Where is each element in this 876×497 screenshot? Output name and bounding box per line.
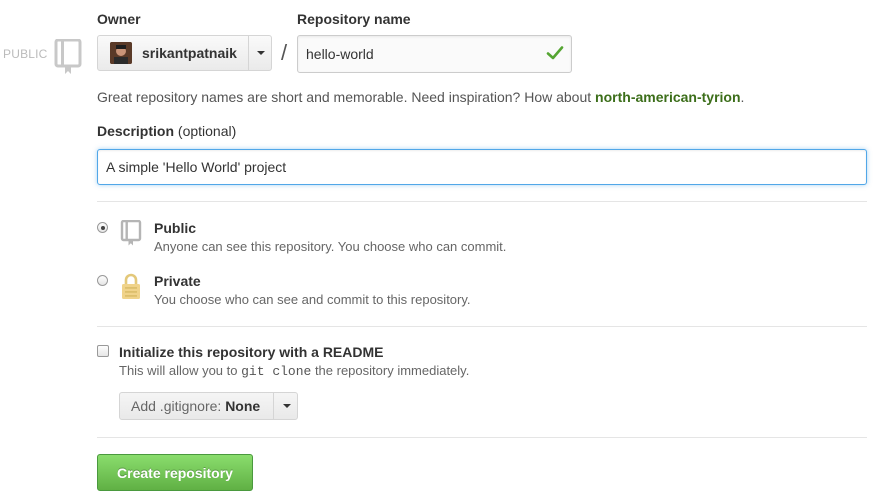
repo-name-hint: Great repository names are short and mem…: [97, 89, 744, 105]
description-label-text: Description: [97, 123, 175, 139]
gitignore-prefix: Add .gitignore:: [131, 398, 222, 414]
name-suggestion-link[interactable]: north-american-tyrion: [595, 89, 740, 105]
description-input[interactable]: [97, 149, 867, 185]
private-option-note: You choose who can see and commit to thi…: [154, 292, 471, 307]
gitignore-value: None: [225, 398, 261, 414]
owner-label: Owner: [97, 11, 141, 27]
owner-dropdown-toggle[interactable]: [248, 36, 273, 70]
caret-down-icon: [257, 51, 265, 55]
divider: [97, 326, 867, 327]
hint-suffix: .: [740, 89, 745, 105]
readme-checkbox[interactable]: [97, 345, 109, 357]
repo-icon: [54, 39, 82, 74]
optional-tag: (optional): [177, 123, 237, 139]
create-repository-button[interactable]: Create repository: [97, 454, 253, 491]
owner-name: srikantpatnaik: [142, 45, 237, 61]
gitignore-dropdown-toggle[interactable]: [273, 393, 299, 419]
divider: [97, 201, 867, 202]
readme-note-suffix: the repository immediately.: [311, 363, 470, 378]
git-clone-code: git clone: [241, 364, 312, 379]
public-option-title: Public: [154, 220, 197, 236]
readme-note: This will allow you to git clone the rep…: [119, 363, 469, 379]
owner-dropdown[interactable]: srikantpatnaik: [97, 35, 272, 71]
repo-icon: [120, 220, 142, 246]
repo-name-input[interactable]: [297, 35, 572, 73]
visibility-tag: PUBLIC: [3, 47, 48, 61]
avatar: [110, 42, 132, 64]
gitignore-dropdown[interactable]: Add .gitignore: None: [119, 392, 298, 420]
owner-repo-separator: /: [281, 40, 288, 65]
gitignore-text: Add .gitignore: None: [131, 398, 260, 414]
description-label: Description (optional): [97, 123, 236, 139]
public-option-note: Anyone can see this repository. You choo…: [154, 239, 507, 254]
public-radio[interactable]: [97, 222, 108, 233]
hint-text: Great repository names are short and mem…: [97, 89, 596, 105]
readme-note-prefix: This will allow you to: [119, 363, 242, 378]
caret-down-icon: [282, 404, 291, 408]
private-radio[interactable]: [97, 275, 108, 286]
readme-label: Initialize this repository with a README: [119, 344, 384, 360]
check-icon: [546, 46, 564, 60]
divider: [97, 437, 867, 438]
lock-icon: [122, 273, 140, 299]
private-option-title: Private: [154, 273, 201, 289]
repo-name-label: Repository name: [297, 11, 411, 27]
